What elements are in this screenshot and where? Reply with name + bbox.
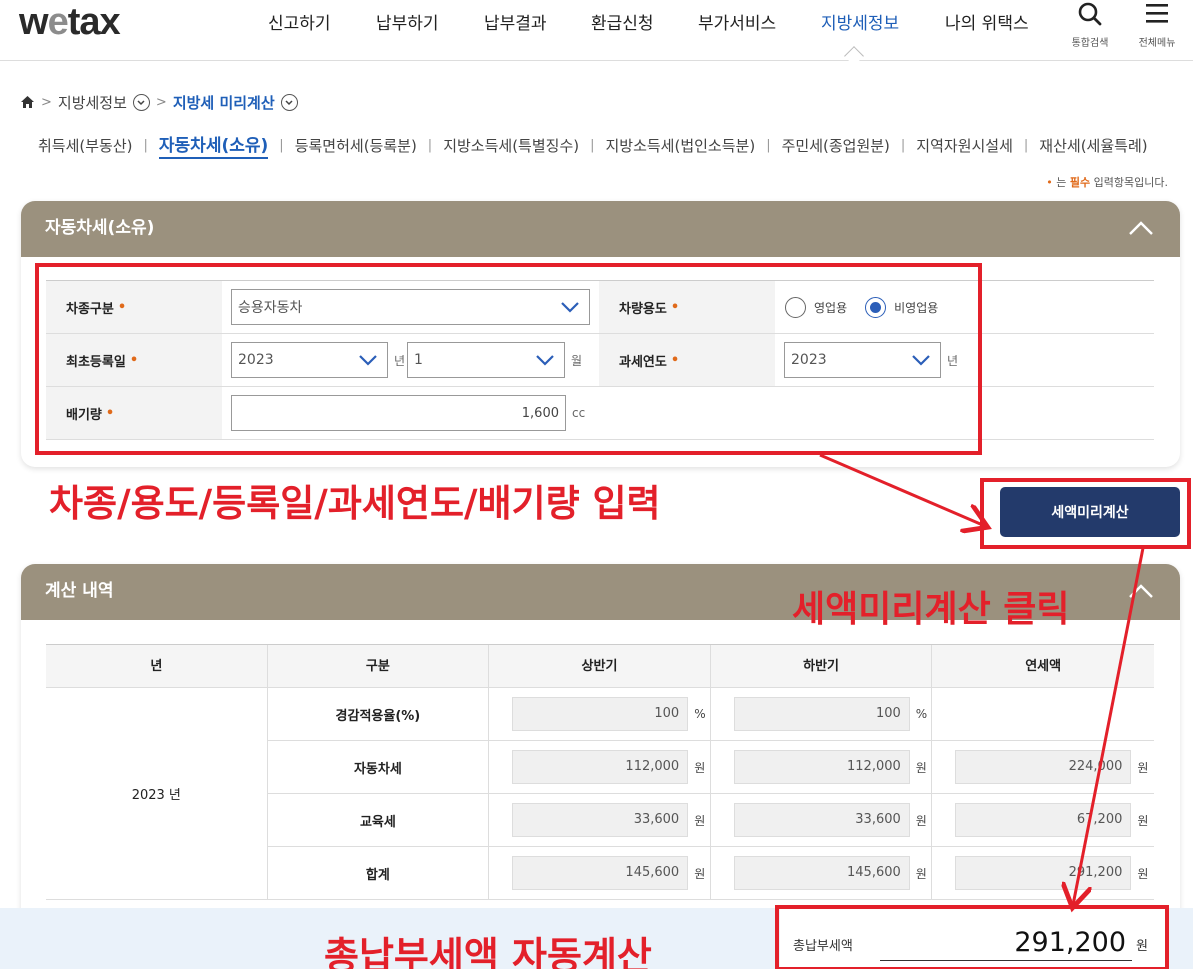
tab-resident-tax-employee[interactable]: 주민세(종업원분) — [782, 135, 890, 156]
tab-registration-license-tax[interactable]: 등록면허세(등록분) — [295, 135, 417, 156]
chevron-up-icon[interactable] — [1128, 582, 1154, 600]
col-header-annual: 연세액 — [1025, 659, 1062, 674]
required-field-note: • 는 필수 입력항목입니다. — [1046, 174, 1168, 190]
tab-divider: | — [427, 137, 433, 153]
tab-divider: | — [766, 137, 771, 153]
row-label-vehicle-tax: 자동차세 — [268, 741, 490, 793]
nav-my-wetax[interactable]: 나의 위택스 — [945, 9, 1029, 34]
unit-label: 원 — [915, 760, 927, 775]
reduction-rate-annual-empty — [932, 688, 1154, 740]
required-note-keyword: 필수 — [1069, 176, 1091, 189]
unit-label: 원 — [1137, 866, 1149, 881]
tab-divider: | — [279, 137, 284, 153]
result-table-header: 년 구분 상반기 하반기 연세액 — [46, 645, 1154, 688]
input-panel-title: 자동차세(소유) — [45, 218, 155, 238]
annotation-button-box — [980, 478, 1191, 549]
integrated-search-button[interactable]: 통합검색 — [1060, 0, 1120, 49]
logo-w: w — [19, 1, 49, 43]
education-tax-annual: 67,200 — [955, 803, 1132, 837]
unit-label: 원 — [915, 813, 927, 828]
annotation-click-note: 세액미리계산 클릭 — [792, 589, 1070, 630]
tab-regional-resource-facility-tax[interactable]: 지역자원시설세 — [916, 135, 1013, 156]
chevron-up-icon[interactable] — [1128, 219, 1154, 237]
result-year-cell: 2023 년 — [46, 688, 268, 900]
required-note-prefix: 는 — [1056, 176, 1067, 189]
chevron-down-circle-icon[interactable] — [280, 93, 298, 111]
annotation-input-box — [35, 263, 982, 455]
annotation-input-note: 차종/용도/등록일/과세연도/배기량 입력 — [49, 482, 661, 525]
home-icon[interactable] — [20, 95, 35, 109]
reduction-rate-second-half: 100 — [733, 697, 910, 731]
nav-refund[interactable]: 환급신청 — [591, 9, 654, 34]
tab-local-income-tax-withholding[interactable]: 지방소득세(특별징수) — [443, 135, 579, 156]
annotation-auto-note: 총납부세액 자동계산 — [324, 934, 652, 969]
education-tax-second-half: 33,600 — [733, 803, 910, 837]
unit-label: 원 — [915, 866, 927, 881]
tab-divider: | — [143, 137, 148, 153]
education-tax-first-half: 33,600 — [512, 803, 689, 837]
tab-local-income-tax-corporate[interactable]: 지방소득세(법인소득분) — [605, 135, 755, 156]
total-annual: 291,200 — [955, 856, 1132, 890]
breadcrumb: > 지방세정보 > 지방세 미리계산 — [20, 91, 298, 113]
table-row: 경감적용율(%) 100% 100% — [267, 688, 1154, 741]
nav-report[interactable]: 신고하기 — [268, 9, 331, 34]
logo-rest: tax — [67, 1, 121, 43]
tax-type-tabs: 취득세(부동산) | 자동차세(소유) | 등록면허세(등록분) | 지방소득세… — [38, 131, 1148, 159]
calculation-result-table: 년 구분 상반기 하반기 연세액 2023 년 경감적용율(%) 100% 10… — [46, 644, 1154, 900]
nav-extra-services[interactable]: 부가서비스 — [698, 9, 776, 34]
vehicle-tax-second-half: 112,000 — [733, 750, 910, 784]
total-second-half: 145,600 — [733, 856, 910, 890]
nav-payment-result[interactable]: 납부결과 — [484, 9, 547, 34]
tab-acquisition-tax[interactable]: 취득세(부동산) — [38, 135, 133, 156]
breadcrumb-level2[interactable]: 지방세 미리계산 — [173, 92, 275, 113]
col-header-first-half: 상반기 — [489, 645, 711, 687]
all-menu-label: 전체메뉴 — [1138, 38, 1176, 49]
tab-property-tax-special[interactable]: 재산세(세율특례) — [1039, 135, 1147, 156]
search-label: 통합검색 — [1071, 38, 1109, 49]
unit-label: % — [915, 707, 928, 721]
unit-label: % — [694, 707, 706, 721]
required-note-suffix: 입력항목입니다. — [1093, 176, 1168, 189]
hamburger-icon — [1146, 4, 1168, 23]
row-label-education-tax: 교육세 — [268, 794, 490, 846]
row-label-total: 합계 — [268, 847, 490, 899]
result-panel-title: 계산 내역 — [45, 581, 114, 601]
chevron-right-icon: > — [155, 94, 167, 110]
table-row: 자동차세 112,000 원 112,000 원 224,000 원 — [267, 741, 1154, 794]
col-header-second-half: 하반기 — [711, 645, 933, 687]
annotation-total-box — [775, 905, 1169, 969]
logo-e: e — [47, 1, 69, 43]
nav-local-tax-info[interactable]: 지방세정보 — [821, 9, 899, 34]
input-panel-header: 자동차세(소유) — [21, 201, 1180, 257]
table-row: 합계 145,600 원 145,600 원 291,200 원 — [267, 847, 1154, 900]
vehicle-tax-annual: 224,000 — [955, 750, 1132, 784]
col-header-category: 구분 — [268, 645, 490, 687]
active-nav-caret — [844, 46, 864, 66]
total-first-half: 145,600 — [512, 856, 689, 890]
tab-vehicle-tax[interactable]: 자동차세(소유) — [158, 131, 269, 159]
unit-label: 원 — [1137, 813, 1149, 828]
chevron-right-icon: > — [41, 94, 52, 110]
all-menu-button[interactable]: 전체메뉴 — [1127, 0, 1187, 49]
nav-pay[interactable]: 납부하기 — [376, 9, 439, 34]
row-label-reduction-rate: 경감적용율(%) — [268, 688, 490, 740]
unit-label: 원 — [694, 760, 706, 775]
vehicle-tax-first-half: 112,000 — [512, 750, 689, 784]
global-header: wetax 신고하기 납부하기 납부결과 환급신청 부가서비스 지방세정보 나의… — [0, 0, 1193, 66]
col-header-year: 년 — [46, 645, 268, 687]
tab-divider: | — [1023, 137, 1029, 153]
tab-divider: | — [900, 137, 906, 153]
reduction-rate-first-half: 100 — [512, 697, 689, 731]
table-row: 교육세 33,600 원 33,600 원 67,200 원 — [267, 794, 1154, 847]
wetax-logo[interactable]: wetax — [19, 1, 121, 44]
required-dot: • — [1046, 176, 1053, 189]
unit-label: 원 — [694, 866, 706, 881]
chevron-down-circle-icon[interactable] — [132, 93, 150, 111]
unit-label: 원 — [1137, 760, 1149, 775]
unit-label: 원 — [694, 813, 706, 828]
search-icon — [1078, 2, 1102, 26]
tab-divider: | — [590, 137, 595, 153]
breadcrumb-level1[interactable]: 지방세정보 — [58, 92, 127, 113]
